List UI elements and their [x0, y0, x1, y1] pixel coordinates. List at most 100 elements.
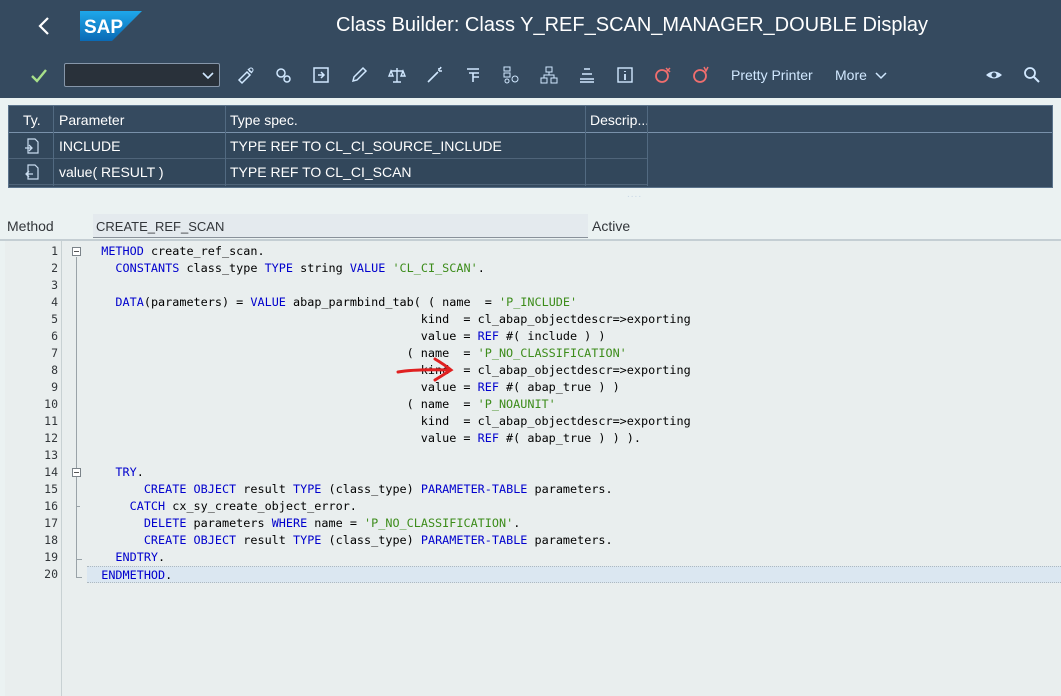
- table-resize-handle[interactable]: ....: [627, 189, 642, 200]
- more-label: More: [835, 67, 867, 83]
- line-number: 3: [51, 278, 58, 292]
- code-line[interactable]: DATA(parameters) = VALUE abap_parmbind_t…: [87, 294, 1061, 311]
- parameter-type-spec: TYPE REF TO CL_CI_SOURCE_INCLUDE: [230, 138, 502, 154]
- editor-gutter: [5, 241, 26, 696]
- other-object-button[interactable]: [235, 64, 257, 86]
- display-change-icon: [276, 68, 291, 83]
- line-number: 15: [44, 482, 58, 496]
- pencil-icon: [351, 66, 368, 83]
- code-line[interactable]: [87, 447, 1061, 464]
- where-used-button[interactable]: [462, 64, 484, 86]
- parameter-type-spec: TYPE REF TO CL_CI_SCAN: [230, 164, 412, 180]
- eye-icon: [986, 71, 1002, 79]
- column-divider[interactable]: [585, 106, 586, 186]
- sap-logo: SAP: [80, 11, 142, 41]
- chevron-left-icon: [38, 17, 49, 35]
- view-button[interactable]: [983, 64, 1005, 86]
- table-row[interactable]: INCLUDE TYPE REF TO CL_CI_SOURCE_INCLUDE: [9, 133, 648, 159]
- parameter-import-icon: [25, 138, 39, 154]
- code-line[interactable]: CREATE OBJECT result TYPE (class_type) P…: [87, 532, 1061, 549]
- line-number: 5: [51, 312, 58, 326]
- header-type-spec[interactable]: Type spec.: [230, 112, 298, 128]
- code-line[interactable]: ( name = 'P_NOAUNIT': [87, 396, 1061, 413]
- line-numbers: 1 2 3 4 5 6 7 8 9 10 11 12 13 14 15 16 1…: [26, 241, 62, 696]
- other-object-icon: [237, 67, 254, 85]
- code-line[interactable]: value = REF #( abap_true ) ) ).: [87, 430, 1061, 447]
- code-line[interactable]: ENDTRY.: [87, 549, 1061, 566]
- column-divider[interactable]: [225, 106, 226, 186]
- column-divider[interactable]: [647, 106, 648, 186]
- parameter-name: value( RESULT ): [59, 164, 164, 180]
- code-line[interactable]: [87, 277, 1061, 294]
- arrow-annotation-icon: [396, 357, 454, 382]
- app-title: Class Builder: Class Y_REF_SCAN_MANAGER_…: [336, 14, 929, 36]
- scales-icon: [387, 68, 407, 83]
- shell-header: SAP Class Builder: Class Y_REF_SCAN_MANA…: [0, 0, 1061, 51]
- code-line[interactable]: DELETE parameters WHERE name = 'P_NO_CLA…: [87, 515, 1061, 532]
- hierarchy-button[interactable]: [538, 64, 560, 86]
- code-line[interactable]: kind = cl_abap_objectdescr=>exporting: [87, 311, 1061, 328]
- pretty-printer-button[interactable]: Pretty Printer: [731, 67, 813, 83]
- display-change-button[interactable]: [272, 64, 294, 86]
- code-line[interactable]: value = REF #( include ) ): [87, 328, 1061, 345]
- line-number: 13: [44, 448, 58, 462]
- line-number: 1: [51, 244, 58, 258]
- line-number: 12: [44, 431, 58, 445]
- code-line[interactable]: kind = cl_abap_objectdescr=>exporting: [87, 362, 1061, 379]
- active-inactive-button[interactable]: [310, 64, 332, 86]
- activate-button[interactable]: [424, 64, 446, 86]
- breakpoint-button[interactable]: [652, 64, 674, 86]
- code-line[interactable]: ( name = 'P_NO_CLASSIFICATION': [87, 345, 1061, 362]
- header-description[interactable]: Descrip...: [590, 112, 649, 128]
- line-number: 20: [44, 567, 58, 581]
- fold-end: [76, 577, 82, 578]
- info-icon: [617, 67, 633, 83]
- chevron-down-icon[interactable]: [201, 68, 215, 82]
- line-number: 2: [51, 261, 58, 275]
- code-line[interactable]: kind = cl_abap_objectdescr=>exporting: [87, 413, 1061, 430]
- stack-icon: [580, 68, 594, 83]
- column-divider[interactable]: [53, 106, 54, 186]
- code-line[interactable]: value = REF #( abap_true ) ): [87, 379, 1061, 396]
- parameter-return-icon: [25, 164, 39, 180]
- session-breakpoint-button[interactable]: [690, 64, 712, 86]
- method-name-field[interactable]: CREATE_REF_SCAN: [93, 214, 588, 238]
- line-number: 14: [44, 465, 58, 479]
- object-list-button[interactable]: [500, 64, 522, 86]
- header-parameter[interactable]: Parameter: [59, 112, 124, 128]
- stack-button[interactable]: [576, 64, 598, 86]
- fold-end: [76, 506, 80, 507]
- table-row[interactable]: value( RESULT ) TYPE REF TO CL_CI_SCAN: [9, 159, 648, 185]
- fold-toggle[interactable]: [72, 468, 81, 477]
- search-button[interactable]: [1021, 64, 1043, 86]
- parameter-table: Ty. Parameter Type spec. Descrip... INCL…: [8, 105, 1053, 200]
- line-number: 19: [44, 550, 58, 564]
- code-line[interactable]: CONSTANTS class_type TYPE string VALUE '…: [87, 260, 1061, 277]
- code-line[interactable]: METHOD create_ref_scan.: [87, 243, 1061, 260]
- more-button[interactable]: More: [835, 67, 887, 83]
- enter-button[interactable]: [28, 65, 50, 87]
- info-button[interactable]: [614, 64, 636, 86]
- application-toolbar: Pretty Printer More: [0, 51, 1061, 98]
- fold-toggle[interactable]: [72, 247, 81, 256]
- code-line-current[interactable]: ENDMETHOD.: [87, 566, 1061, 583]
- header-type[interactable]: Ty.: [23, 112, 41, 128]
- command-field[interactable]: [64, 63, 220, 87]
- line-number: 17: [44, 516, 58, 530]
- fold-end: [76, 559, 82, 560]
- line-number: 7: [51, 346, 58, 360]
- code-line[interactable]: CREATE OBJECT result TYPE (class_type) P…: [87, 481, 1061, 498]
- line-number: 8: [51, 363, 58, 377]
- code-line[interactable]: TRY.: [87, 464, 1061, 481]
- line-number: 4: [51, 295, 58, 309]
- parameter-name: INCLUDE: [59, 138, 121, 154]
- edit-button[interactable]: [348, 64, 370, 86]
- breakpoint-icon: [655, 67, 671, 83]
- line-number: 11: [44, 414, 58, 428]
- code-line[interactable]: CATCH cx_sy_create_object_error.: [87, 498, 1061, 515]
- search-icon: [1024, 67, 1040, 83]
- switch-icon: [313, 67, 329, 83]
- check-button[interactable]: [386, 64, 408, 86]
- method-label: Method: [7, 218, 54, 234]
- back-button[interactable]: [30, 12, 58, 40]
